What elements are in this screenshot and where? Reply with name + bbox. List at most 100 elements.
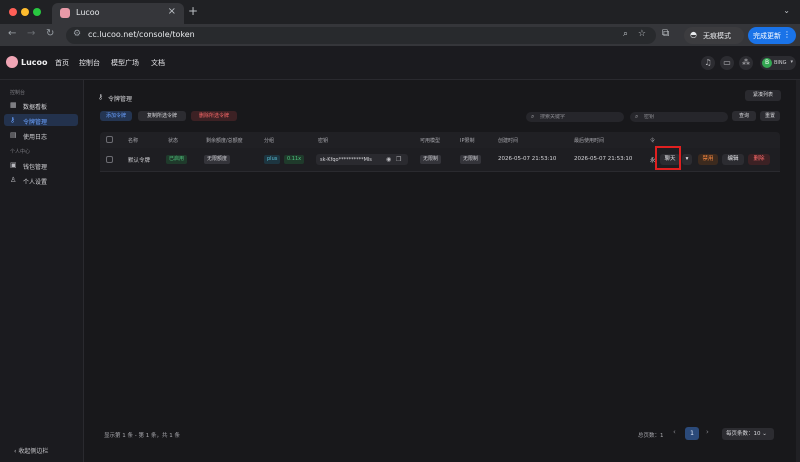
sidebar-item-dashboard[interactable]: ▦ 数据看板 [4,99,78,111]
key-search[interactable]: ⌕ [630,112,728,122]
key-search-input[interactable] [644,114,714,120]
select-all-checkbox[interactable] [106,136,113,143]
zoom-icon[interactable]: ⌕ [623,29,628,39]
quota-badge: 无限额度 [204,155,231,164]
main-content: ⚷ 令牌管理 紧凑列表 添加令牌 复制所选令牌 删除所选令牌 ⌕ ⌕ 查询 重置… [84,80,800,462]
delete-selected-button[interactable]: 删除所选令牌 [191,111,237,121]
keyword-search[interactable]: ⌕ [526,112,624,122]
query-button[interactable]: 查询 [732,111,756,121]
page-size-label: 每页条数：10 [726,431,761,437]
copy-selected-button[interactable]: 复制所选令牌 [138,111,186,121]
update-label: 完成更新 [753,32,781,40]
compact-list-button[interactable]: 紧凑列表 [745,90,781,101]
token-name: 默认令牌 [128,158,151,164]
delete-button[interactable]: 删除 [748,154,770,165]
add-token-button[interactable]: 添加令牌 [100,111,132,121]
address-bar[interactable]: ⚙ cc.lucoo.net/console/token ⌕ ☆ [66,27,656,44]
nav-console[interactable]: 控制台 [79,58,100,68]
back-button[interactable]: ← [8,28,16,39]
sidebar-item-label: 数据看板 [23,104,48,111]
reload-button[interactable]: ↻ [46,28,54,39]
translate-icon[interactable]: ⁂ [739,56,753,70]
avatar: B [762,58,772,68]
browser-tabbar: Lucoo × + ⌄ [0,0,800,24]
tab-search-chevron-icon[interactable]: ⌄ [783,6,790,15]
next-page-button[interactable]: › [706,428,709,436]
user-menu[interactable]: B BING ▾ [760,56,796,70]
page-size-select[interactable]: 每页条数：10 ⌄ [722,428,774,440]
models-badge: 无限制 [420,155,442,164]
sidebar-item-wallet[interactable]: ▣ 钱包管理 [4,159,78,171]
page-title: 令牌管理 [108,96,133,103]
update-button[interactable]: 完成更新 ⋮ [748,27,796,44]
eye-icon[interactable]: ◉ [386,156,391,163]
user-name: BING [774,60,787,66]
url-text[interactable]: cc.lucoo.net/console/token [88,30,195,39]
window-minimize-button[interactable] [21,8,29,16]
disable-button[interactable]: 禁用 [698,154,718,165]
page-scrollbar[interactable] [796,80,800,462]
key-icon: ⚷ [10,116,16,124]
key-field[interactable]: sk-Kfqo**********Mls ◉ ❐ [316,154,408,165]
nav-model-square[interactable]: 模型广场 [111,58,139,68]
group-rate-badge: 0.11x [284,155,305,164]
browser-tab[interactable]: Lucoo × [52,3,184,24]
copy-icon[interactable]: ❐ [396,156,401,163]
browser-toolbar: ← → ↻ ⚙ cc.lucoo.net/console/token ⌕ ☆ ⧉… [0,24,800,46]
reset-button[interactable]: 重置 [760,111,780,121]
search-icon: ⌕ [635,113,639,120]
column-header[interactable]: 名称 [128,137,138,144]
window-close-button[interactable] [9,8,17,16]
sidebar-item-label: 令牌管理 [23,119,48,126]
lucoo-logo-icon[interactable] [6,56,18,68]
column-header[interactable]: IP限制 [460,137,475,144]
keyword-search-input[interactable] [540,114,610,120]
column-header[interactable]: 剩余额度/总额度 [206,137,243,144]
column-header[interactable]: 创建时间 [498,137,518,144]
extensions-icon[interactable]: ⧉ [662,28,669,39]
wallet-icon: ▣ [10,161,17,169]
nav-docs[interactable]: 文档 [151,58,165,68]
column-header[interactable]: 密钥 [318,137,328,144]
chevron-down-icon: ▾ [790,59,793,65]
brand-name[interactable]: Lucoo [21,58,48,67]
column-header[interactable]: 状态 [168,137,178,144]
column-header[interactable]: 可用模型 [420,137,440,144]
tab-close-icon[interactable]: × [168,6,176,17]
app-header: Lucoo 首页 控制台 模型广场 文档 ♫ ▭ ⁂ B BING ▾ [0,46,800,80]
site-info-icon[interactable]: ⚙ [73,29,81,39]
edit-button[interactable]: 编辑 [722,154,744,165]
key-icon: ⚷ [98,93,104,101]
bell-icon[interactable]: ♫ [701,56,715,70]
sidebar-item-tokens[interactable]: ⚷ 令牌管理 [4,114,78,126]
column-header[interactable]: 最后使用时间 [574,137,604,144]
column-header[interactable]: 令 [650,137,655,144]
forward-button[interactable]: → [27,28,35,39]
incognito-indicator[interactable]: ◓ 无痕模式 [684,27,744,44]
chat-dropdown-icon[interactable]: ▾ [682,154,692,165]
column-header[interactable]: 分组 [264,137,274,144]
collapse-sidebar-button[interactable]: ‹ 收起侧边栏 [14,446,48,455]
incognito-label: 无痕模式 [703,32,731,40]
last-used-time: 2026-05-07 21:53:10 [574,156,633,162]
page-number-button[interactable]: 1 [685,427,699,440]
sidebar-item-label: 钱包管理 [23,164,48,171]
tab-title: Lucoo [76,8,100,17]
new-tab-button[interactable]: + [188,4,198,18]
monitor-icon[interactable]: ▭ [720,56,734,70]
ip-limit-badge: 无限制 [460,155,482,164]
log-icon: ▤ [10,131,17,139]
status-badge: 已启用 [166,155,188,164]
prev-page-button[interactable]: ‹ [673,428,676,436]
pig-favicon-icon [60,8,70,18]
sidebar-item-logs[interactable]: ▤ 使用日志 [4,129,78,141]
window-maximize-button[interactable] [33,8,41,16]
row-checkbox[interactable] [106,156,113,163]
sidebar-group-personal: 个人中心 [10,149,31,155]
sidebar-group-console: 控制台 [10,90,26,96]
bookmark-star-icon[interactable]: ☆ [638,29,646,39]
collapse-sidebar-label: 收起侧边栏 [18,448,49,455]
nav-home[interactable]: 首页 [55,58,69,68]
sidebar-item-settings[interactable]: ♙ 个人设置 [4,174,78,186]
created-time: 2026-05-07 21:53:10 [498,156,557,162]
